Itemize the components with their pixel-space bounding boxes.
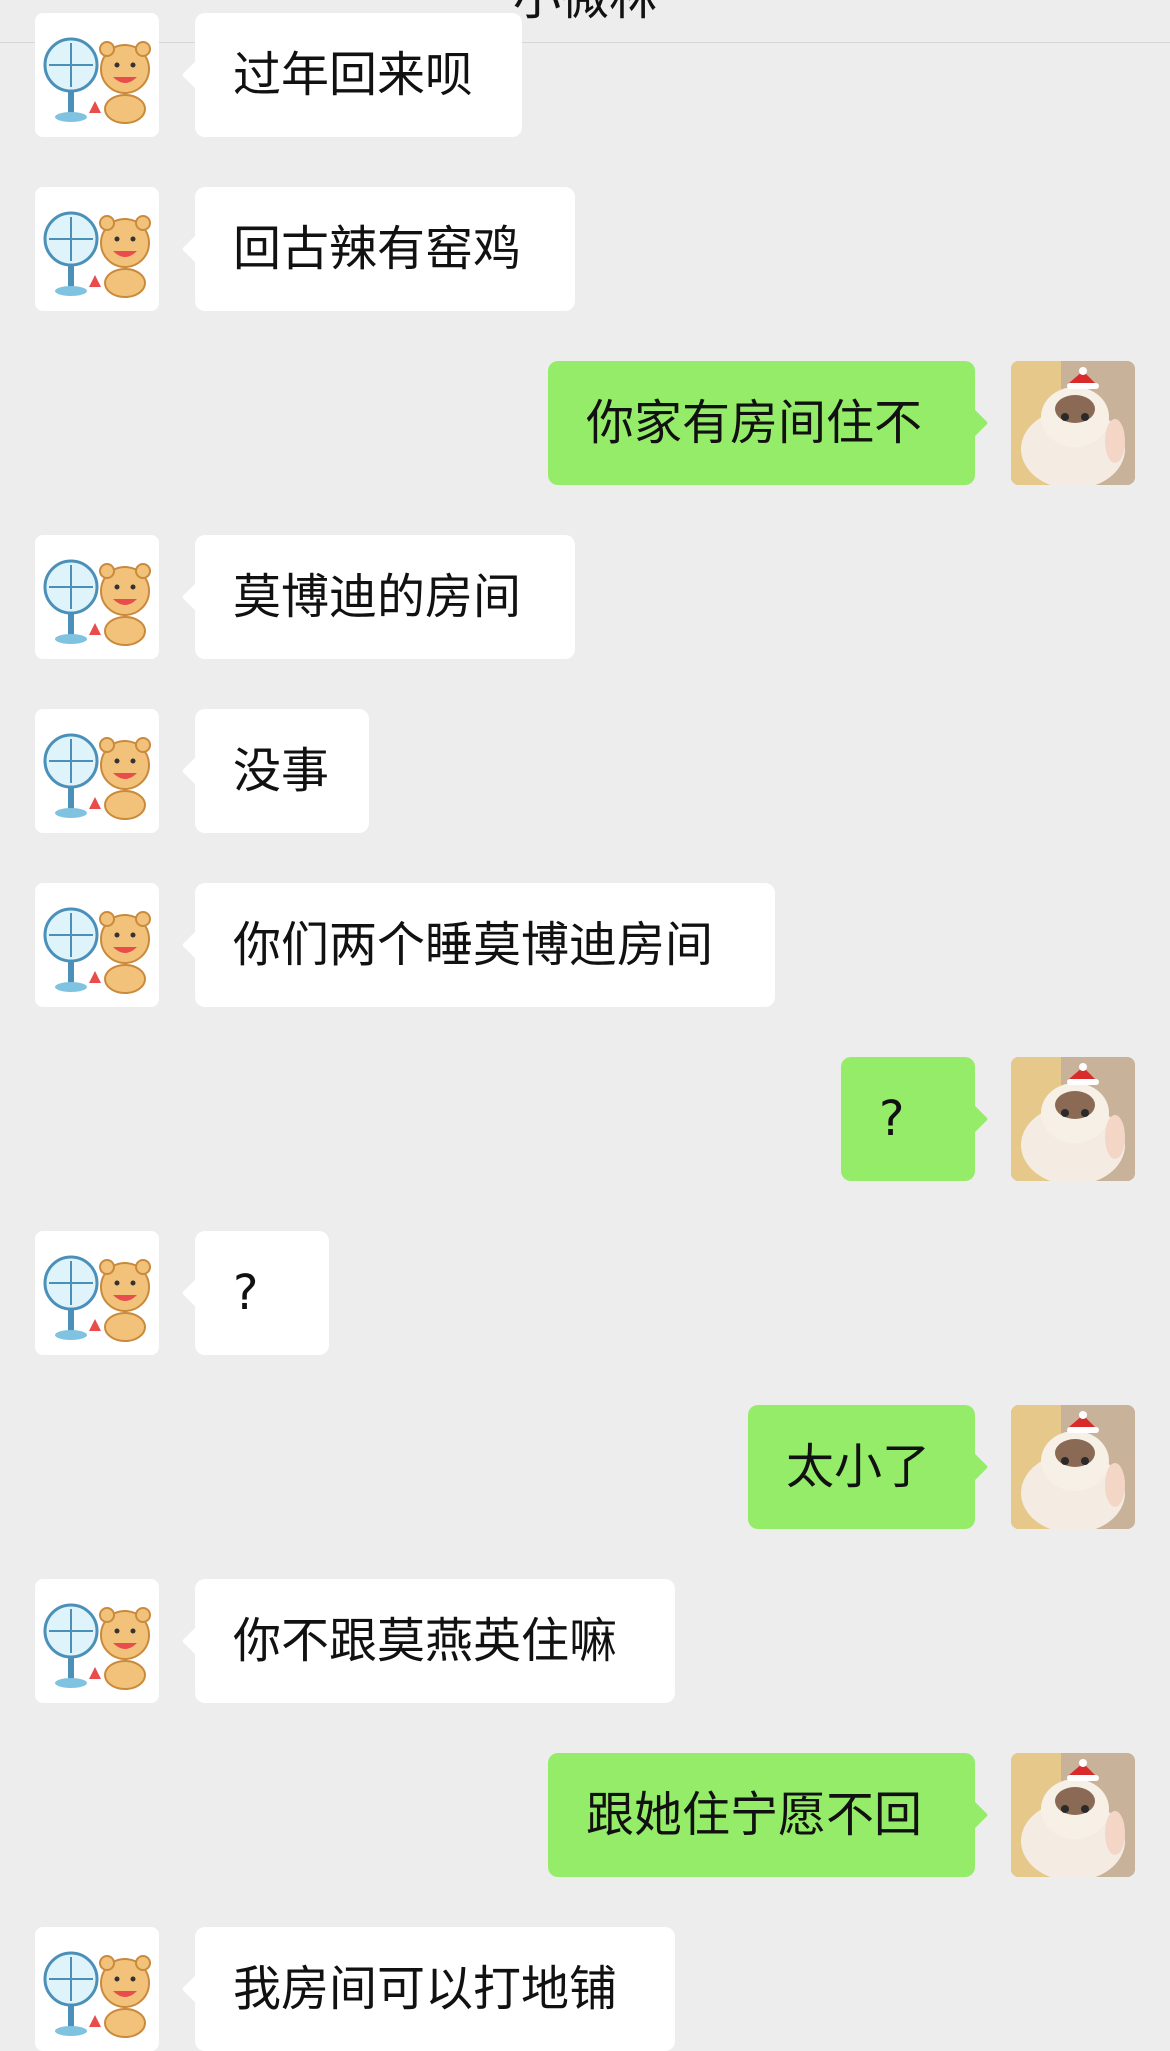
cat-with-santa-hat-avatar-icon[interactable] bbox=[1011, 1405, 1135, 1529]
incoming-message: 莫博迪的房间 bbox=[0, 535, 1170, 659]
incoming-message: 回古辣有窑鸡 bbox=[0, 187, 1170, 311]
incoming-message: 过年回来呗 bbox=[0, 13, 1170, 137]
message-bubble[interactable]: 太小了 bbox=[748, 1405, 975, 1529]
fan-and-bear-avatar-icon[interactable] bbox=[35, 535, 159, 659]
fan-and-bear-avatar-icon[interactable] bbox=[35, 187, 159, 311]
message-bubble[interactable]: ? bbox=[841, 1057, 975, 1181]
message-bubble[interactable]: 莫博迪的房间 bbox=[195, 535, 575, 659]
fan-and-bear-avatar-icon[interactable] bbox=[35, 883, 159, 1007]
outgoing-message: ? bbox=[0, 1057, 1170, 1181]
outgoing-message: 太小了 bbox=[0, 1405, 1170, 1529]
message-bubble[interactable]: 跟她住宁愿不回 bbox=[548, 1753, 975, 1877]
fan-and-bear-avatar-icon[interactable] bbox=[35, 1231, 159, 1355]
message-bubble[interactable]: 你们两个睡莫博迪房间 bbox=[195, 883, 775, 1007]
cat-with-santa-hat-avatar-icon[interactable] bbox=[1011, 1057, 1135, 1181]
message-bubble[interactable]: ? bbox=[195, 1231, 329, 1355]
message-bubble[interactable]: 没事 bbox=[195, 709, 369, 833]
outgoing-message: 跟她住宁愿不回 bbox=[0, 1753, 1170, 1877]
fan-and-bear-avatar-icon[interactable] bbox=[35, 709, 159, 833]
incoming-message: 我房间可以打地铺 bbox=[0, 1927, 1170, 2051]
fan-and-bear-avatar-icon[interactable] bbox=[35, 1927, 159, 2051]
incoming-message: 你们两个睡莫博迪房间 bbox=[0, 883, 1170, 1007]
cat-with-santa-hat-avatar-icon[interactable] bbox=[1011, 361, 1135, 485]
fan-and-bear-avatar-icon[interactable] bbox=[35, 13, 159, 137]
fan-and-bear-avatar-icon[interactable] bbox=[35, 1579, 159, 1703]
message-bubble[interactable]: 回古辣有窑鸡 bbox=[195, 187, 575, 311]
incoming-message: 没事 bbox=[0, 709, 1170, 833]
incoming-message: 你不跟莫燕英住嘛 bbox=[0, 1579, 1170, 1703]
message-bubble[interactable]: 你家有房间住不 bbox=[548, 361, 975, 485]
incoming-message: ? bbox=[0, 1231, 1170, 1355]
outgoing-message: 你家有房间住不 bbox=[0, 361, 1170, 485]
message-bubble[interactable]: 你不跟莫燕英住嘛 bbox=[195, 1579, 675, 1703]
cat-with-santa-hat-avatar-icon[interactable] bbox=[1011, 1753, 1135, 1877]
message-bubble[interactable]: 我房间可以打地铺 bbox=[195, 1927, 675, 2051]
message-bubble[interactable]: 过年回来呗 bbox=[195, 13, 522, 137]
